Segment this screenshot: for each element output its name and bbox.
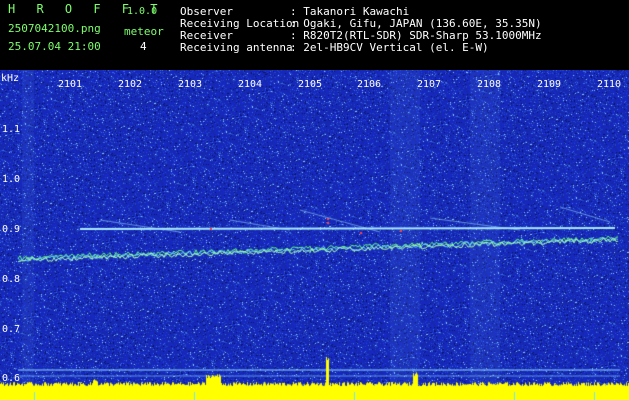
y-tick-0-8: 0.8	[2, 274, 21, 285]
spectrogram	[0, 70, 629, 400]
y-tick-1-1: 1.1	[2, 124, 21, 135]
y-tick-0-7: 0.7	[2, 324, 21, 335]
x-tick-2108: 2108	[477, 79, 502, 90]
x-tick-2110: 2110	[597, 79, 622, 90]
x-tick-2102: 2102	[118, 79, 143, 90]
x-tick-2105: 2105	[298, 79, 323, 90]
record-datetime: 25.07.04 21:00	[8, 40, 101, 53]
axis-unit: kHz	[1, 73, 20, 84]
x-tick-2101: 2101	[58, 79, 83, 90]
file-name: 2507042100.png	[8, 22, 101, 35]
info-antenna-value: : 2el-HB9CV Vertical (el. E-W)	[290, 41, 489, 54]
y-tick-0-6: 0.6	[2, 373, 21, 384]
header-panel: H R O F F T 1.0.0 2507042100.png meteor …	[0, 0, 629, 70]
meteor-label: meteor	[124, 25, 164, 38]
x-tick-2106: 2106	[357, 79, 382, 90]
x-tick-2109: 2109	[537, 79, 562, 90]
meteor-count: 4	[140, 40, 147, 53]
info-antenna-key: Receiving antenna	[180, 41, 293, 54]
app-version: 1.0.0	[127, 6, 158, 17]
y-tick-1-0: 1.0	[2, 174, 21, 185]
x-tick-2107: 2107	[417, 79, 442, 90]
y-tick-0-9: 0.9	[2, 224, 21, 235]
x-tick-2103: 2103	[178, 79, 203, 90]
x-tick-2104: 2104	[238, 79, 263, 90]
